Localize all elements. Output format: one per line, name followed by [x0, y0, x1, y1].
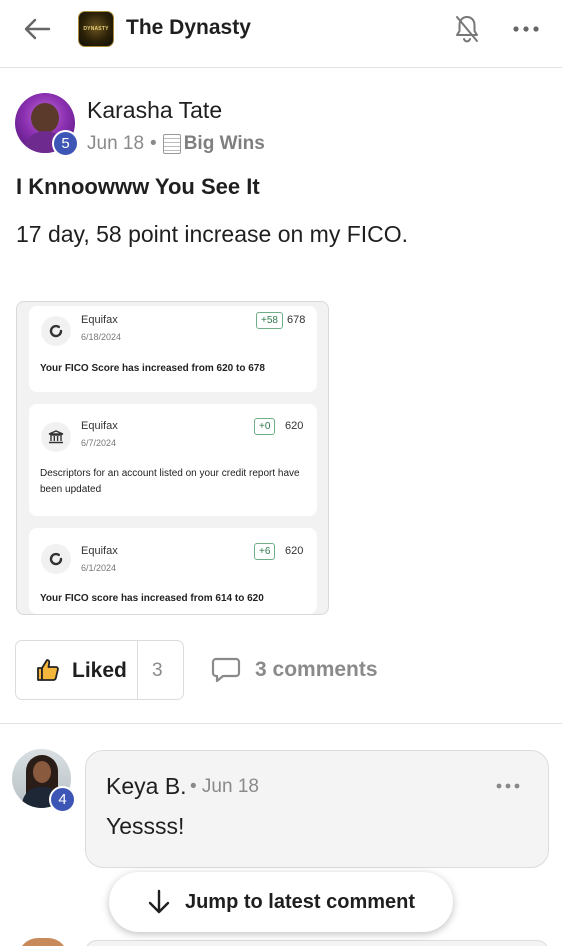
like-button[interactable]: Liked 3 [15, 640, 184, 700]
card-score: 620 [285, 545, 304, 557]
arrow-left-icon [24, 18, 51, 40]
comment-bubble-icon [211, 657, 241, 683]
card-description: Descriptors for an account listed on you… [40, 468, 300, 495]
author-name[interactable]: Karasha Tate [87, 97, 222, 124]
back-button[interactable] [20, 14, 54, 44]
group-logo-text: DYNASTY [83, 26, 109, 32]
bank-icon [41, 422, 71, 452]
meta-separator: • [150, 133, 157, 154]
credit-event-card: Equifax 6/1/2024 +6 620 Your FICO score … [29, 528, 317, 614]
like-count[interactable]: 3 [152, 660, 163, 682]
comment-more-button[interactable] [491, 775, 525, 797]
post-image[interactable]: Equifax 6/18/2024 +58 678 Your FICO Scor… [16, 301, 329, 615]
card-source: Equifax [81, 545, 118, 557]
bell-muted-icon [456, 16, 478, 43]
score-delta-badge: +6 [254, 543, 276, 560]
post-title: I Knnoowww You See It [16, 174, 260, 199]
card-description: Your FICO Score has increased from 620 t… [40, 363, 265, 374]
score-ring-icon [41, 544, 71, 574]
card-source: Equifax [81, 420, 118, 432]
card-source: Equifax [81, 314, 118, 326]
commenter-level-badge: 4 [49, 786, 76, 813]
comment-author[interactable]: Keya B. [106, 773, 187, 800]
score-delta-badge: +0 [254, 418, 276, 435]
like-divider [137, 641, 138, 699]
section-divider [0, 723, 562, 724]
post-category[interactable]: Big Wins [184, 133, 265, 155]
jump-label: Jump to latest comment [184, 890, 416, 913]
jump-to-latest-button[interactable]: Jump to latest comment [109, 872, 453, 932]
comments-label: 3 comments [255, 658, 378, 681]
post-meta: Jun 18 • Big Wins [87, 133, 265, 155]
comments-button[interactable]: 3 comments [211, 654, 378, 686]
comment-text: Yessss! [106, 813, 185, 839]
score-ring-icon [41, 316, 71, 346]
card-date: 6/18/2024 [81, 332, 122, 342]
comment-date: • Jun 18 [190, 776, 259, 797]
card-score: 678 [287, 314, 306, 326]
credit-event-card: Equifax 6/7/2024 +0 620 Descriptors for … [29, 404, 317, 516]
avatar-face [31, 103, 59, 133]
group-title[interactable]: The Dynasty [126, 16, 251, 40]
newspaper-icon [162, 134, 181, 154]
avatar-face [33, 761, 51, 783]
score-delta-badge: +58 [256, 312, 283, 329]
credit-event-card: Equifax 6/18/2024 +58 678 Your FICO Scor… [29, 306, 317, 392]
more-options-button[interactable] [508, 18, 544, 40]
thumbs-up-icon [37, 659, 59, 681]
more-horizontal-icon [496, 783, 520, 789]
post-date: Jun 18 [87, 133, 145, 154]
comment-bubble: Keya B. • Jun 18 Yessss! [85, 750, 549, 868]
notifications-button[interactable] [452, 12, 482, 46]
top-bar: DYNASTY The Dynasty [0, 0, 562, 68]
author-level-badge: 5 [52, 130, 79, 157]
card-description: Your FICO score has increased from 614 t… [40, 593, 264, 604]
group-logo[interactable]: DYNASTY [78, 11, 114, 47]
next-commenter-avatar[interactable] [18, 938, 68, 946]
more-horizontal-icon [513, 26, 539, 32]
card-date: 6/1/2024 [81, 563, 117, 573]
next-comment-bubble [85, 940, 549, 946]
like-label: Liked [72, 659, 127, 682]
post-body: 17 day, 58 point increase on my FICO. [16, 221, 409, 247]
card-score: 620 [285, 420, 304, 432]
card-date: 6/7/2024 [81, 438, 117, 448]
arrow-down-icon [148, 889, 170, 914]
